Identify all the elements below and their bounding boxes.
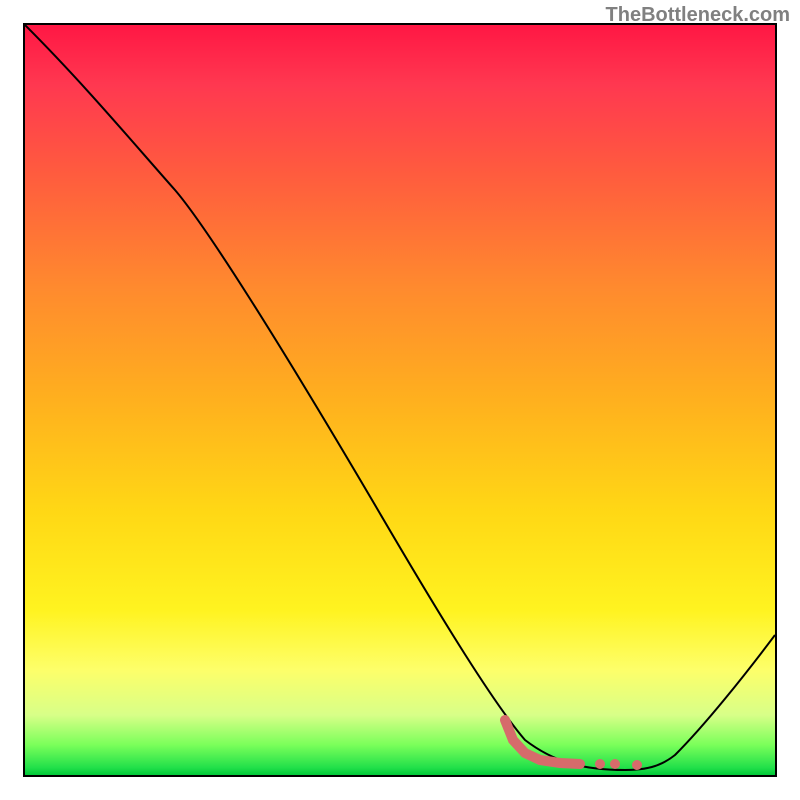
- plot-area: [23, 23, 777, 777]
- highlight-segment: [505, 720, 580, 764]
- highlight-dot: [632, 760, 642, 770]
- highlight-dot: [610, 759, 620, 769]
- highlight-dot: [595, 759, 605, 769]
- main-curve-line: [25, 25, 775, 770]
- chart-container: TheBottleneck.com: [0, 0, 800, 800]
- curve-svg: [25, 25, 775, 775]
- watermark-text: TheBottleneck.com: [606, 4, 790, 27]
- highlight-markers: [505, 720, 642, 770]
